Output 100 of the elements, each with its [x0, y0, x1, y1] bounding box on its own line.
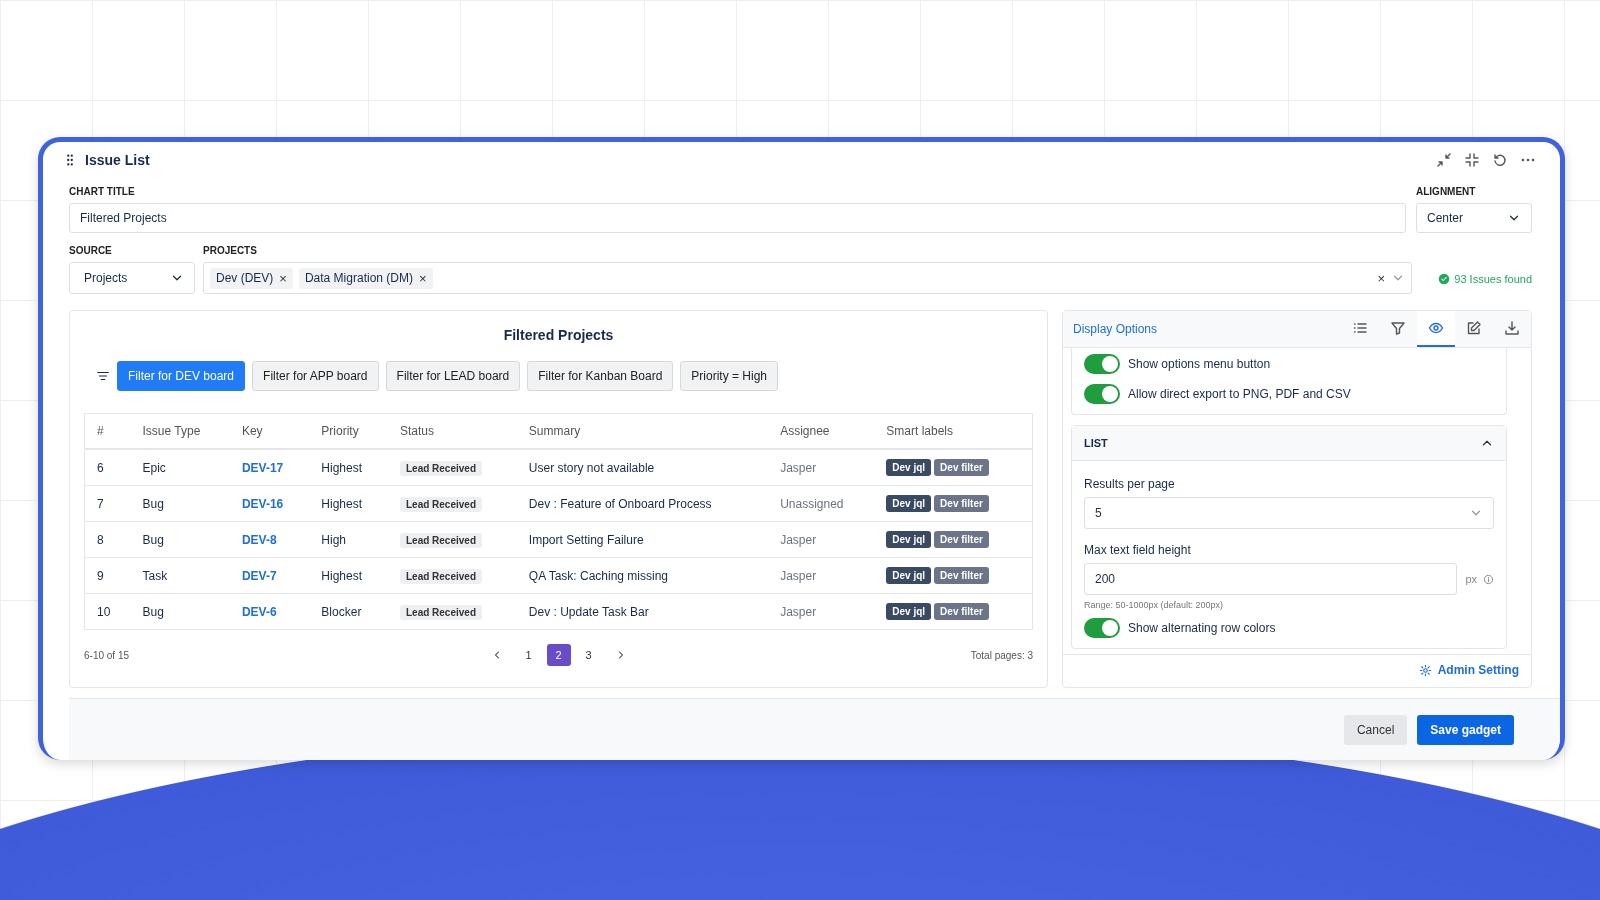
- status-badge: Lead Received: [399, 496, 482, 512]
- column-header: Summary: [516, 413, 769, 449]
- field-label: CHART TITLE: [69, 186, 136, 197]
- project-tag: Data Migration (DM): [304, 271, 413, 285]
- check-circle-icon: [1438, 273, 1451, 285]
- max-height-field[interactable]: 200: [1084, 563, 1458, 595]
- gadget-title: Issue List: [85, 152, 151, 168]
- toggle-switch[interactable]: [1084, 354, 1120, 374]
- results-per-page-dropdown[interactable]: 5: [1084, 497, 1494, 529]
- toggle-label: Show options menu button: [1128, 357, 1271, 371]
- project-tag: Dev (DEV): [216, 271, 274, 285]
- quick-filter-button[interactable]: Filter for DEV board: [117, 361, 246, 391]
- issue-key-link[interactable]: DEV-8: [241, 532, 277, 547]
- page-button[interactable]: 1: [516, 644, 541, 666]
- smart-label: Dev jql: [886, 567, 932, 584]
- smart-label: Dev filter: [934, 459, 989, 476]
- column-header: Smart labels: [874, 413, 1033, 449]
- toggle-label: Show alternating row colors: [1128, 621, 1276, 635]
- table-cell: 9: [84, 557, 131, 594]
- field-label: Results per page: [1084, 477, 1176, 491]
- column-header: Status: [387, 413, 517, 449]
- smart-label: Dev jql: [886, 495, 932, 512]
- page-button[interactable]: 2: [546, 644, 571, 666]
- table-cell: Epic: [130, 449, 230, 486]
- page-button[interactable]: 3: [576, 644, 601, 666]
- quick-filter-button[interactable]: Priority = High: [680, 361, 779, 391]
- save-button[interactable]: Save gadget: [1417, 714, 1514, 745]
- unit-text: px: [1465, 573, 1477, 585]
- reset-icon: [1492, 152, 1508, 168]
- column-header: Key: [229, 413, 310, 449]
- range-text: 6-10 of 15: [84, 649, 131, 661]
- table-cell: Jasper: [768, 521, 875, 558]
- toggle-switch[interactable]: [1084, 618, 1120, 638]
- column-header: Assignee: [768, 413, 875, 449]
- smart-label: Dev jql: [886, 603, 932, 620]
- table-cell: Jasper: [768, 557, 875, 594]
- issue-key-link[interactable]: DEV-16: [241, 496, 284, 511]
- issue-key-link[interactable]: DEV-6: [241, 604, 277, 619]
- projects-multiselect[interactable]: Dev (DEV) × Data Migration (DM) × ×: [203, 262, 1412, 294]
- minimize-icon: [1464, 152, 1480, 168]
- issue-key-link[interactable]: DEV-7: [241, 568, 277, 583]
- smart-label: Dev filter: [934, 531, 989, 548]
- smart-label: Dev jql: [886, 531, 932, 548]
- table-cell: 8: [84, 521, 131, 558]
- quick-filter-button[interactable]: Filter for LEAD board: [385, 361, 521, 391]
- table-cell: Import Setting Failure: [516, 521, 769, 558]
- column-header: Priority: [309, 413, 388, 449]
- field-label: ALIGNMENT: [1416, 186, 1477, 197]
- smart-label: Dev jql: [886, 459, 932, 476]
- filter-icon: [1390, 320, 1406, 336]
- panel-tab[interactable]: [1417, 311, 1455, 347]
- table-cell: Task: [130, 557, 230, 594]
- remove-tag-button[interactable]: ×: [279, 270, 287, 286]
- table-cell: 10: [84, 593, 131, 630]
- table-cell: Jasper: [768, 449, 875, 486]
- source-dropdown[interactable]: Projects: [69, 262, 195, 294]
- eye-icon: [1428, 320, 1444, 336]
- field-label: SOURCE: [69, 245, 113, 256]
- section-title: LIST: [1084, 437, 1108, 449]
- table-cell: Highest: [309, 557, 388, 594]
- table-cell: Jasper: [768, 593, 875, 630]
- quick-filter-button[interactable]: Filter for APP board: [252, 361, 379, 391]
- table-cell: Highest: [309, 485, 388, 522]
- cancel-button[interactable]: Cancel: [1343, 714, 1408, 745]
- table-cell: High: [309, 521, 388, 558]
- table-cell: Highest: [309, 449, 388, 486]
- table-cell: Blocker: [309, 593, 388, 630]
- total-pages-text: Total pages: 3: [969, 649, 1033, 661]
- status-badge: Lead Received: [399, 604, 482, 620]
- status-badge: Lead Received: [399, 532, 482, 548]
- quick-filter-button[interactable]: Filter for Kanban Board: [527, 361, 674, 391]
- list-icon: [1352, 320, 1368, 336]
- table-cell: Dev : Feature of Onboard Process: [516, 485, 769, 522]
- admin-setting-link[interactable]: Admin Setting: [1418, 663, 1519, 677]
- edit-icon: [1466, 320, 1482, 336]
- table-cell: User story not available: [516, 449, 769, 486]
- smart-label: Dev filter: [934, 495, 989, 512]
- table-cell: 6: [84, 449, 131, 486]
- clear-button[interactable]: ×: [1377, 270, 1385, 286]
- toggle-switch[interactable]: [1084, 384, 1120, 404]
- chart-title-field[interactable]: Filtered Projects: [69, 203, 1406, 233]
- info-icon: [1483, 573, 1494, 585]
- remove-tag-button[interactable]: ×: [418, 270, 427, 286]
- field-label: PROJECTS: [203, 245, 258, 256]
- panel-title: Display Options: [1073, 322, 1159, 336]
- table-cell: Bug: [130, 521, 230, 558]
- table-cell: QA Task: Caching missing: [516, 557, 769, 594]
- issue-key-link[interactable]: DEV-17: [241, 460, 284, 475]
- field-label: Max text field height: [1084, 543, 1192, 557]
- table-cell: Bug: [130, 485, 230, 522]
- preview-title: Filtered Projects: [502, 327, 615, 343]
- status-badge: Lead Received: [399, 568, 482, 584]
- smart-label: Dev filter: [934, 567, 989, 584]
- table-cell: Unassigned: [768, 485, 875, 522]
- column-header: #: [84, 413, 131, 449]
- column-header: Issue Type: [130, 413, 230, 449]
- toggle-label: Allow direct export to PNG, PDF and CSV: [1128, 387, 1351, 401]
- filter-lines-icon: [96, 369, 110, 383]
- collapse-arrows-icon: [1436, 152, 1452, 168]
- alignment-dropdown[interactable]: Center: [1416, 203, 1532, 233]
